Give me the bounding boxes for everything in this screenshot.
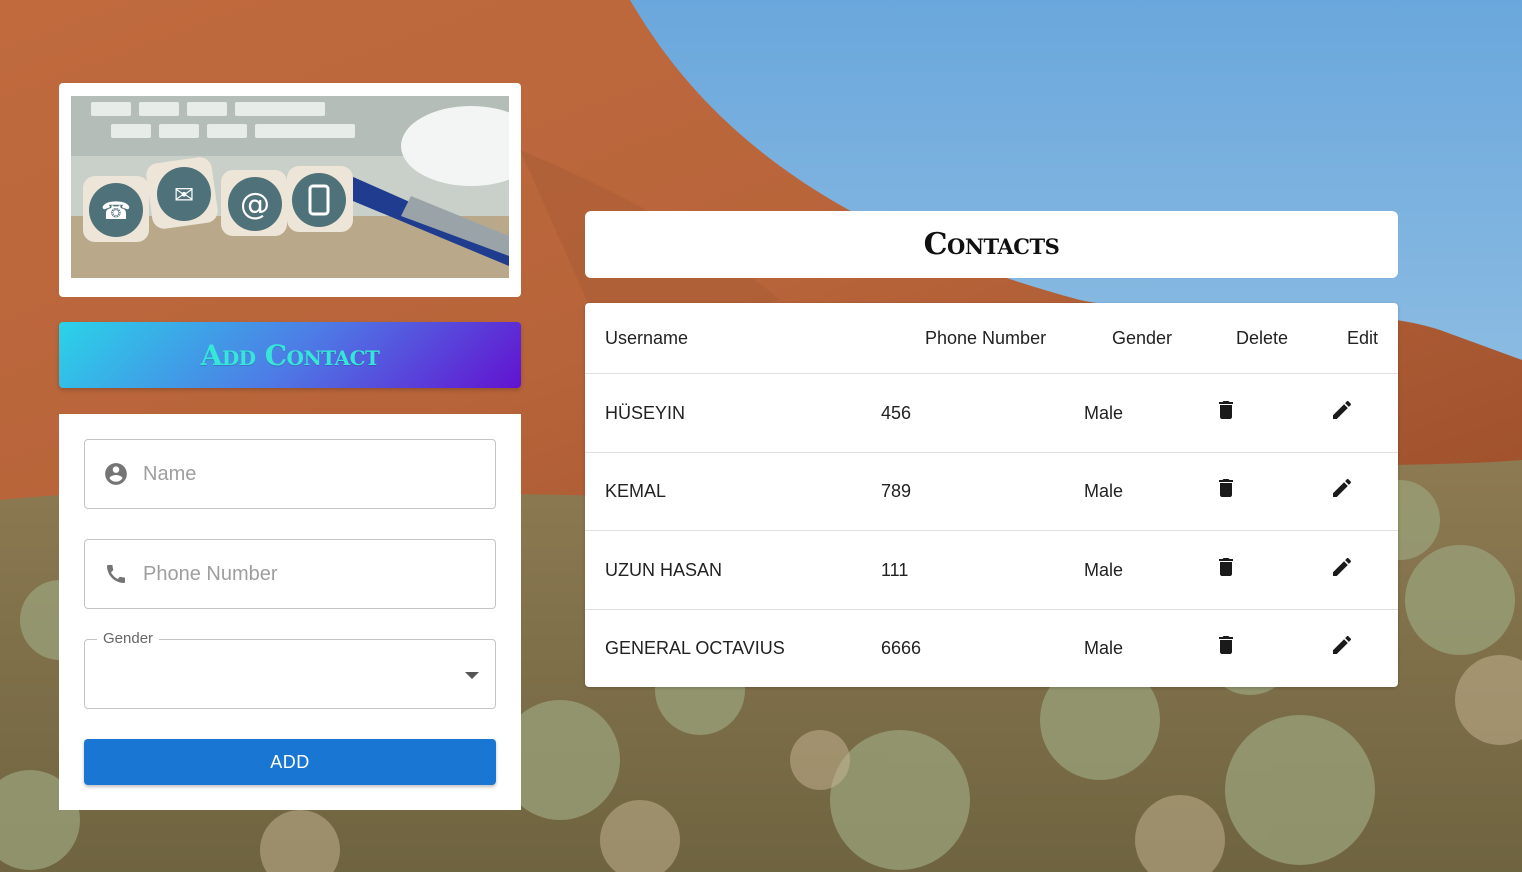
add-contact-form: Gender ADD [59, 414, 521, 810]
cell-phone: 111 [881, 560, 909, 580]
add-button[interactable]: ADD [84, 739, 496, 785]
cell-gender: Male [1084, 638, 1124, 658]
pencil-icon[interactable] [1328, 474, 1356, 502]
add-contact-header: Add Contact [59, 322, 521, 388]
table-row: HÜSEYIN 456 Male [585, 374, 1398, 453]
svg-text:✉: ✉ [174, 181, 194, 209]
phone-icon [103, 561, 129, 587]
cell-phone: 789 [881, 481, 912, 501]
header-phone: Phone Number [925, 328, 1047, 348]
pencil-icon[interactable] [1328, 631, 1356, 659]
cell-gender: Male [1084, 403, 1124, 423]
name-input[interactable] [141, 461, 475, 487]
arrow-drop-down-icon[interactable] [465, 672, 479, 679]
cell-username: UZUN HASAN [605, 560, 723, 580]
account-circle-icon [103, 461, 129, 487]
table-header-row: Username Phone Number Gender Delete Edit [585, 303, 1398, 374]
gender-select[interactable]: Gender [84, 630, 496, 709]
cell-phone: 456 [881, 403, 912, 423]
table-row: UZUN HASAN 111 Male [585, 531, 1398, 610]
cell-gender: Male [1084, 481, 1124, 501]
trash-icon[interactable] [1212, 631, 1240, 659]
trash-icon[interactable] [1212, 474, 1240, 502]
svg-text:@: @ [240, 187, 270, 222]
add-contact-title: Add Contact [200, 338, 380, 372]
contacts-header: Contacts [585, 211, 1398, 278]
hero-image-card: ☎ ✉ @ [59, 83, 521, 297]
table-row: GENERAL OCTAVIUS 6666 Male [585, 609, 1398, 687]
cell-username: GENERAL OCTAVIUS [605, 638, 785, 658]
contact-icons-image: ☎ ✉ @ [71, 96, 509, 278]
cell-username: HÜSEYIN [605, 403, 686, 423]
trash-icon[interactable] [1212, 396, 1240, 424]
cell-username: KEMAL [605, 481, 667, 501]
header-gender: Gender [1112, 328, 1173, 348]
header-delete: Delete [1236, 328, 1289, 348]
name-field[interactable] [84, 439, 496, 509]
cell-phone: 6666 [881, 638, 922, 658]
contacts-table: Username Phone Number Gender Delete Edit… [585, 303, 1398, 687]
contacts-title: Contacts [923, 227, 1060, 262]
phone-input[interactable] [141, 561, 475, 587]
phone-field[interactable] [84, 539, 496, 609]
trash-icon[interactable] [1212, 553, 1240, 581]
table-row: KEMAL 789 Male [585, 452, 1398, 531]
pencil-icon[interactable] [1328, 396, 1356, 424]
header-edit: Edit [1347, 328, 1379, 348]
cell-gender: Male [1084, 560, 1124, 580]
pencil-icon[interactable] [1328, 553, 1356, 581]
svg-text:☎: ☎ [101, 197, 131, 225]
gender-label: Gender [97, 630, 160, 647]
header-username: Username [605, 328, 689, 348]
